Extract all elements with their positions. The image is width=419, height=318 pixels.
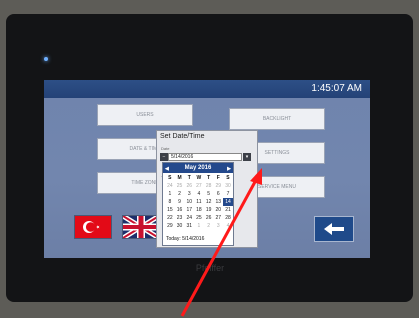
calendar-day[interactable]: 3 [184, 190, 194, 198]
calendar-day-selected[interactable]: 14 [223, 198, 233, 206]
calendar-day[interactable]: 26 [184, 182, 194, 190]
status-led [44, 57, 48, 61]
calendar-day[interactable]: 1 [194, 222, 204, 230]
calendar-weekday: S [226, 175, 230, 181]
date-label: Date [161, 146, 170, 151]
calendar-day[interactable]: 20 [213, 206, 223, 214]
calendar-week-row: 15 16 17 18 19 20 21 [165, 206, 233, 214]
calendar-day[interactable]: 24 [165, 182, 175, 190]
calendar-day[interactable]: 30 [175, 222, 185, 230]
turkish-flag-icon[interactable] [74, 215, 112, 239]
calendar-day[interactable]: 23 [175, 214, 185, 222]
calendar-day[interactable]: 2 [175, 190, 185, 198]
calendar-day[interactable]: 1 [165, 190, 175, 198]
calendar-day[interactable]: 9 [175, 198, 185, 206]
calendar-day[interactable]: 19 [204, 206, 214, 214]
uk-flag-icon[interactable] [122, 215, 160, 239]
calendar-day[interactable]: 11 [194, 198, 204, 206]
next-month-icon[interactable]: ▶ [227, 164, 231, 174]
calendar-week-row: 1234567 [165, 190, 233, 198]
calendar-weekday: M [177, 175, 182, 181]
date-dropdown-button[interactable]: ▾ [243, 153, 251, 161]
calendar-day[interactable]: 4 [194, 190, 204, 198]
calendar-day[interactable]: 10 [184, 198, 194, 206]
calendar-day[interactable]: 24 [184, 214, 194, 222]
calendar-header: ◀ May 2016 ▶ [163, 163, 233, 173]
calendar-day[interactable]: 17 [184, 206, 194, 214]
calendar-day[interactable]: 28 [223, 214, 233, 222]
date-field[interactable]: 5/14/2016 [168, 153, 242, 161]
calendar-day[interactable]: 12 [204, 198, 214, 206]
calendar-weekday: T [207, 175, 211, 181]
calendar-popup: ◀ May 2016 ▶ S M T W T F S 24 25 26 27 28 29 30 1 2 3 4 5 6… [162, 162, 234, 246]
calendar-week-row: 24 25 26 27 28 29 30 [165, 182, 233, 190]
back-button[interactable] [314, 216, 354, 242]
calendar-weekday: S [168, 175, 172, 181]
calendar-day[interactable]: 29 [165, 222, 175, 230]
touch-screen: 1:45:07 AM USERS DATE & TIME TIME ZONE B… [44, 80, 370, 258]
calendar-day[interactable]: 18 [194, 206, 204, 214]
calendar-day[interactable]: 8 [165, 198, 175, 206]
users-button[interactable]: USERS [97, 104, 193, 126]
calendar-week-row: 29 30 31 1 2 3 4 [165, 222, 233, 230]
calendar-grid: S M T W T F S 24 25 26 27 28 29 30 1 2 3 4 5 6 7 8 9 10 11 12 13 14… [165, 174, 233, 230]
backlight-button[interactable]: BACKLIGHT [229, 108, 325, 130]
calendar-day[interactable]: 28 [204, 182, 214, 190]
calendar-day[interactable]: 16 [175, 206, 185, 214]
calendar-day[interactable]: 31 [184, 222, 194, 230]
calendar-day[interactable]: 30 [223, 182, 233, 190]
calendar-day[interactable]: 6 [213, 190, 223, 198]
calendar-day[interactable]: 26 [204, 214, 214, 222]
calendar-weekday: F [216, 175, 220, 181]
calendar-day[interactable]: 4 [223, 222, 233, 230]
status-bar: 1:45:07 AM [44, 80, 370, 98]
calendar-week-row: 8 9 10 11 12 13 14 [165, 198, 233, 206]
calendar-day[interactable]: 29 [213, 182, 223, 190]
calendar-weekday: W [196, 175, 202, 181]
clock: 1:45:07 AM [311, 83, 362, 94]
calendar-day[interactable]: 27 [194, 182, 204, 190]
prev-month-icon[interactable]: ◀ [165, 164, 169, 174]
calendar-day[interactable]: 7 [223, 190, 233, 198]
calendar-day[interactable]: 22 [165, 214, 175, 222]
calendar-week-row: 22 23 24 25 26 27 28 [165, 214, 233, 222]
brand-label: Pfeiffer [195, 263, 225, 273]
calendar-day[interactable]: 2 [204, 222, 214, 230]
calendar-day[interactable]: 15 [165, 206, 175, 214]
calendar-day[interactable]: 21 [223, 206, 233, 214]
calendar-day[interactable]: 27 [213, 214, 223, 222]
set-date-time-dialog: Set Date/Time Date − 5/14/2016 ▾ Time ◀ … [156, 130, 258, 248]
calendar-weekday-row: SMTWTFS [165, 174, 233, 182]
calendar-weekday: T [187, 175, 191, 181]
calendar-day[interactable]: 25 [194, 214, 204, 222]
calendar-month-year: May 2016 [184, 165, 212, 171]
back-arrow-icon [324, 223, 344, 235]
calendar-day[interactable]: 25 [175, 182, 185, 190]
calendar-day[interactable]: 5 [204, 190, 214, 198]
calendar-day[interactable]: 13 [213, 198, 223, 206]
calendar-day[interactable]: 3 [213, 222, 223, 230]
device-frame: Pfeiffer 1:45:07 AM USERS DATE & TIME TI… [0, 0, 419, 318]
date-decrement-button[interactable]: − [160, 153, 168, 161]
calendar-today[interactable]: Today: 5/14/2016 [166, 236, 204, 242]
dialog-title: Set Date/Time [160, 133, 205, 140]
